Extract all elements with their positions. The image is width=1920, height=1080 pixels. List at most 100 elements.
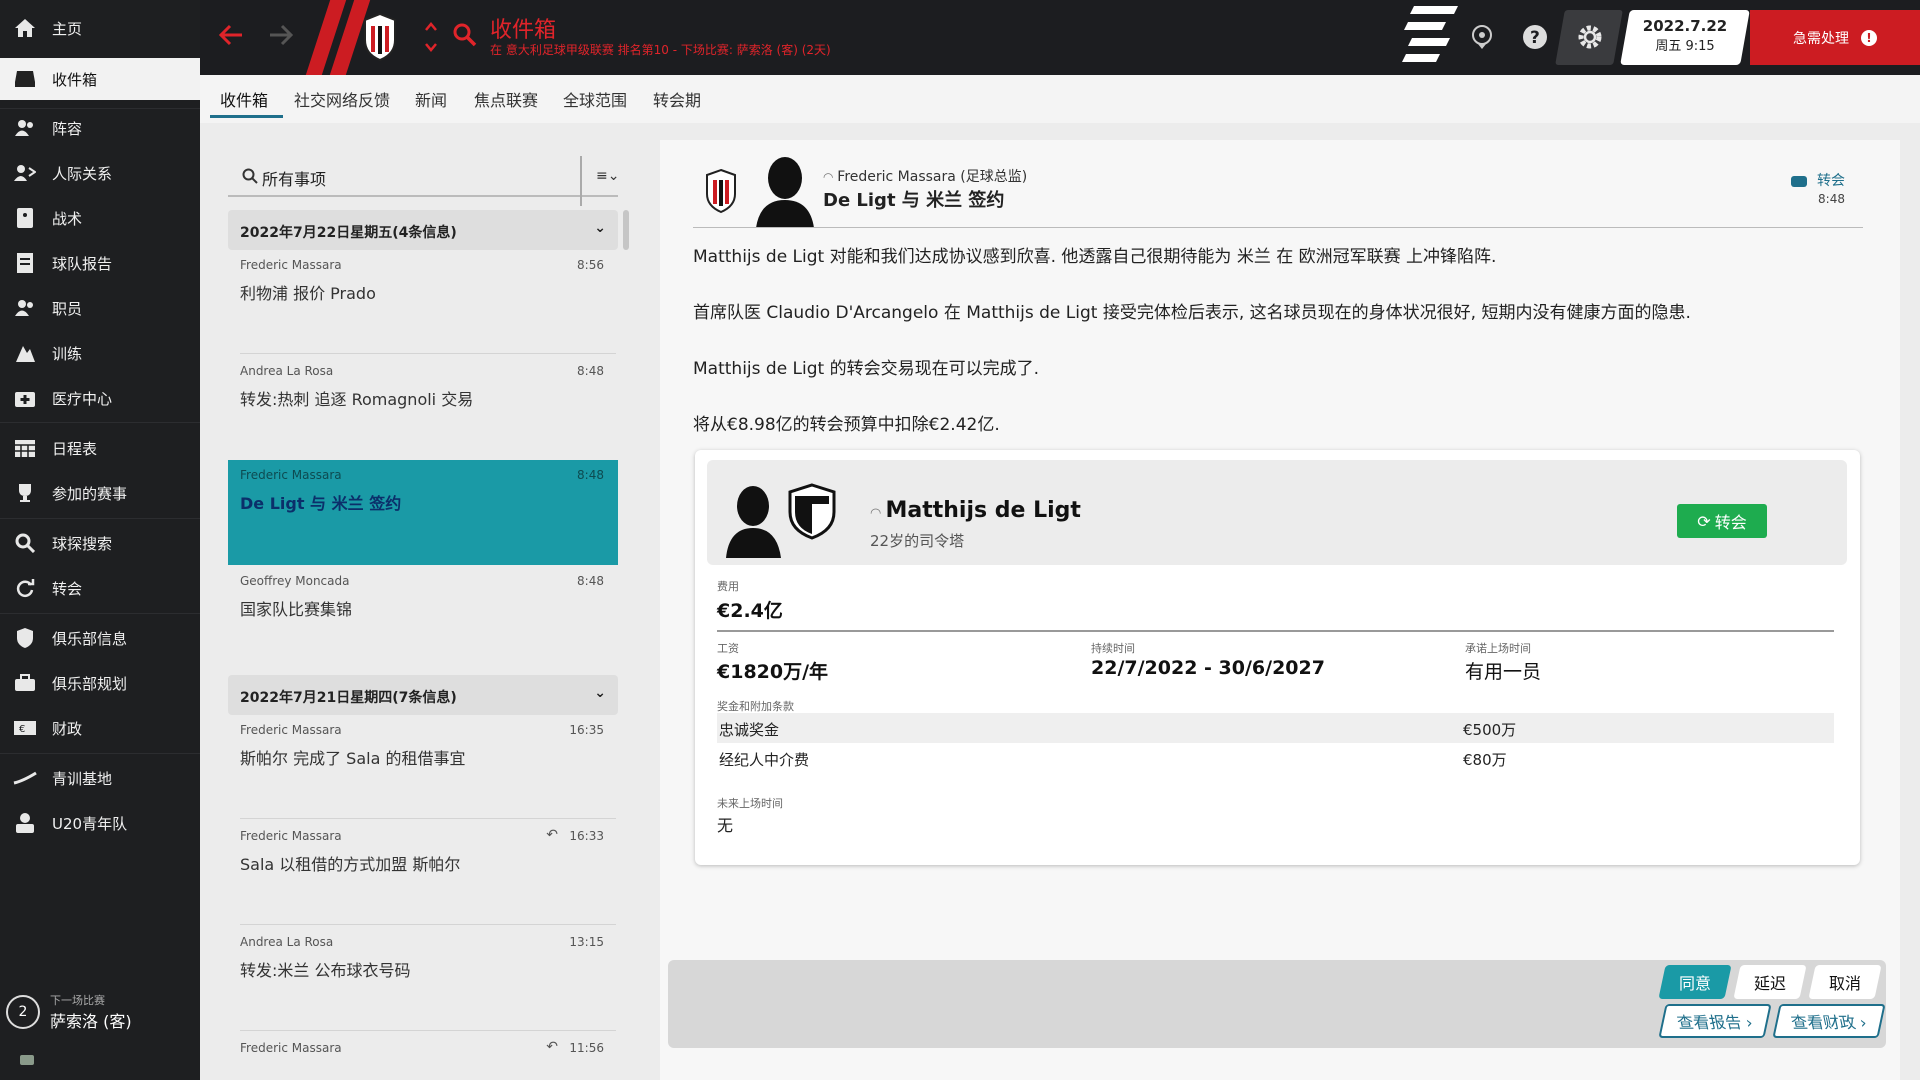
u20-icon bbox=[12, 810, 38, 836]
sidebar-item-label: 医疗中心 bbox=[52, 389, 113, 408]
sidebar-item-schedule[interactable]: 日程表 bbox=[0, 428, 200, 468]
player-club-crest-icon[interactable] bbox=[787, 482, 837, 544]
message-time: 8:48 bbox=[1818, 192, 1845, 206]
message-subject: De Ligt 与 米兰 签约 bbox=[823, 190, 1005, 211]
message-time: 8:48 bbox=[577, 468, 604, 482]
transfer-button[interactable]: ⟳ 转会 bbox=[1677, 504, 1767, 538]
tab-social-feed[interactable]: 社交网络反馈 bbox=[294, 87, 390, 111]
sidebar-item-squad[interactable]: 阵容 bbox=[0, 108, 200, 148]
list-options-icon[interactable]: ≡⌄ bbox=[596, 168, 619, 184]
sidebar-item-club-vision[interactable]: 俱乐部规划 bbox=[0, 663, 200, 703]
message-time: 16:35 bbox=[569, 723, 604, 737]
sidebar-item-finances[interactable]: € 财政 bbox=[0, 708, 200, 748]
sidebar-item-label: 人际关系 bbox=[52, 164, 113, 183]
list-item[interactable]: Frederic Massara 8:56 利物浦 报价 Prado bbox=[228, 250, 618, 355]
next-match[interactable]: 2 下一场比赛 萨索洛 (客) bbox=[6, 992, 132, 1032]
future-label: 未来上场时间 bbox=[717, 797, 783, 810]
settings-gear-icon[interactable] bbox=[1575, 22, 1605, 58]
filter-dropdown[interactable]: 所有事项 ≡⌄ bbox=[228, 152, 619, 206]
delay-button[interactable]: 延迟 bbox=[1733, 965, 1807, 999]
staff-icon bbox=[12, 295, 38, 321]
sort-arrows-icon[interactable] bbox=[424, 20, 438, 60]
sender-avatar[interactable] bbox=[752, 154, 818, 232]
reply-arrow-icon: ↶ bbox=[546, 1039, 558, 1055]
message-subject: 斯帕尔 完成了 Sala 的租借事宜 bbox=[240, 749, 466, 768]
message-time: 8:56 bbox=[577, 258, 604, 272]
trophy-badge-icon[interactable] bbox=[1470, 24, 1494, 56]
sidebar-item-label: 职员 bbox=[52, 299, 83, 318]
scrollbar[interactable] bbox=[623, 210, 629, 250]
body-paragraph: 首席队医 Claudio D'Arcangelo 在 Matthijs de L… bbox=[693, 303, 1691, 323]
date-group-header[interactable]: 2022年7月21日星期四(7条信息) ⌄ bbox=[228, 675, 618, 715]
tab-news[interactable]: 新闻 bbox=[415, 87, 447, 111]
sidebar-item-competitions[interactable]: 参加的赛事 bbox=[0, 473, 200, 513]
message-sender: Andrea La Rosa bbox=[240, 364, 334, 378]
report-icon bbox=[12, 250, 38, 276]
player-header: ◠ Matthijs de Ligt 22岁的司令塔 ⟳ 转会 bbox=[707, 460, 1847, 565]
sidebar-item-inbox[interactable]: 收件箱 bbox=[0, 58, 200, 100]
club-crest-icon[interactable] bbox=[363, 12, 397, 68]
sidebar-item-club-info[interactable]: 俱乐部信息 bbox=[0, 618, 200, 658]
view-report-button[interactable]: 查看报告 › bbox=[1658, 1004, 1772, 1038]
player-description: 22岁的司令塔 bbox=[870, 532, 965, 550]
fee-value: €2.4亿 bbox=[717, 600, 783, 622]
message-sender: Frederic Massara bbox=[240, 723, 342, 737]
duration-value: 22/7/2022 - 30/6/2027 bbox=[1091, 657, 1325, 679]
scouting-icon bbox=[12, 530, 38, 556]
sidebar-item-scouting[interactable]: 球探搜索 bbox=[0, 523, 200, 563]
list-item[interactable]: Frederic Massara ↶ 16:33 Sala 以租借的方式加盟 斯… bbox=[228, 821, 618, 926]
agree-button[interactable]: 同意 bbox=[1658, 965, 1732, 999]
wage-label: 工资 bbox=[717, 642, 739, 655]
sidebar-item-training[interactable]: 训练 bbox=[0, 333, 200, 373]
sidebar-item-relations[interactable]: 人际关系 bbox=[0, 153, 200, 193]
next-match-days: 2 bbox=[6, 995, 40, 1029]
view-finance-button[interactable]: 查看财政 › bbox=[1772, 1004, 1886, 1038]
body-paragraph: Matthijs de Ligt 对能和我们达成协议感到欣喜. 他透露自己很期待… bbox=[693, 247, 1497, 267]
urgent-button[interactable]: 急需处理 ! bbox=[1750, 10, 1920, 65]
player-avatar[interactable] bbox=[723, 480, 785, 562]
sidebar-item-youth[interactable]: 青训基地 bbox=[0, 758, 200, 798]
search-icon[interactable] bbox=[452, 22, 478, 54]
tab-transfer-window[interactable]: 转会期 bbox=[653, 87, 701, 111]
message-tag[interactable]: 转会 bbox=[1790, 170, 1845, 190]
sidebar-item-label: 主页 bbox=[52, 19, 83, 38]
sidebar-item-medical[interactable]: 医疗中心 bbox=[0, 378, 200, 418]
tab-inbox[interactable]: 收件箱 bbox=[220, 87, 268, 111]
message-sender[interactable]: ◠ Frederic Massara (足球总监) bbox=[823, 166, 1027, 186]
player-name[interactable]: ◠ Matthijs de Ligt bbox=[870, 498, 1081, 523]
forward-arrow-icon[interactable] bbox=[268, 22, 294, 54]
promise-value: 有用一员 bbox=[1465, 661, 1542, 683]
help-icon[interactable]: ? bbox=[1522, 24, 1548, 56]
medical-icon bbox=[12, 385, 38, 411]
tab-worldwide[interactable]: 全球范围 bbox=[563, 87, 627, 111]
list-item[interactable]: Frederic Massara 16:35 斯帕尔 完成了 Sala 的租借事… bbox=[228, 715, 618, 820]
sidebar-item-staff[interactable]: 职员 bbox=[0, 288, 200, 328]
list-item[interactable]: Geoffrey Moncada 8:48 国家队比赛集锦 bbox=[228, 566, 618, 671]
sidebar-item-team-report[interactable]: 球队报告 bbox=[0, 243, 200, 283]
table-row: 经纪人中介费 €80万 bbox=[717, 743, 1834, 773]
next-match-opponent: 萨索洛 (客) bbox=[50, 1012, 132, 1031]
sidebar-item-u20[interactable]: U20青年队 bbox=[0, 803, 200, 843]
active-tab-indicator bbox=[210, 115, 283, 118]
back-arrow-icon[interactable] bbox=[218, 22, 244, 54]
sidebar-item-tactics[interactable]: 战术 bbox=[0, 198, 200, 238]
cancel-button[interactable]: 取消 bbox=[1808, 965, 1882, 999]
sidebar-item-transfers[interactable]: 转会 bbox=[0, 568, 200, 608]
reply-arrow-icon: ↶ bbox=[546, 827, 558, 843]
list-item-selected[interactable]: Frederic Massara 8:48 De Ligt 与 米兰 签约 bbox=[228, 460, 618, 565]
club-crest-icon[interactable] bbox=[705, 168, 737, 218]
date-group-header[interactable]: 2022年7月22日星期五(4条信息) ⌄ bbox=[228, 210, 618, 250]
sidebar-item-home[interactable]: 主页 bbox=[0, 8, 200, 48]
transfer-icon bbox=[12, 575, 38, 601]
tab-focus-leagues[interactable]: 焦点联赛 bbox=[474, 87, 538, 111]
status-indicator-icon[interactable] bbox=[20, 1055, 34, 1065]
list-item[interactable]: Frederic Massara ↶ 11:56 bbox=[228, 1033, 618, 1080]
message-sender: Geoffrey Moncada bbox=[240, 574, 350, 588]
list-item[interactable]: Andrea La Rosa 8:48 转发:热刺 追逐 Romagnoli 交… bbox=[228, 356, 618, 461]
filter-label: 所有事项 bbox=[262, 170, 327, 189]
bonus-name: 经纪人中介费 bbox=[719, 751, 810, 769]
bonus-label: 奖金和附加条款 bbox=[717, 700, 794, 713]
agree-label: 同意 bbox=[1678, 974, 1711, 993]
list-item[interactable]: Andrea La Rosa 13:15 转发:米兰 公布球衣号码 bbox=[228, 927, 618, 1032]
sidebar-item-label: 转会 bbox=[52, 579, 83, 598]
